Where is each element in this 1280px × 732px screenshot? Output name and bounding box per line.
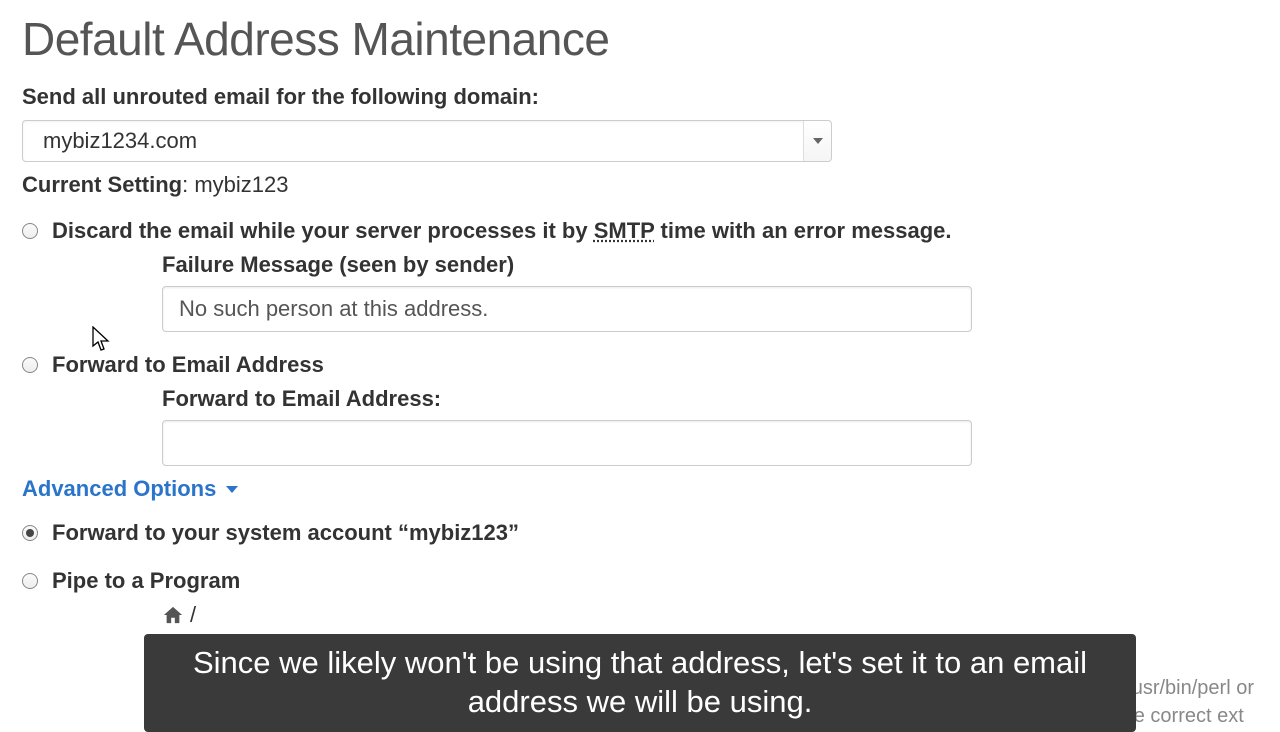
home-icon [162, 605, 184, 625]
domain-select-value: mybiz1234.com [43, 128, 197, 154]
current-setting: Current Setting: mybiz123 [22, 172, 1258, 198]
current-setting-label: Current Setting [22, 172, 182, 197]
radio-discard[interactable] [22, 223, 38, 239]
forward-field-label: Forward to Email Address: [162, 386, 1258, 412]
domain-select-label: Send all unrouted email for the followin… [22, 84, 1258, 110]
radio-system-account-label: Forward to your system account “mybiz123… [52, 520, 519, 546]
domain-select[interactable]: mybiz1234.com [22, 120, 832, 162]
failure-message-input[interactable]: No such person at this address. [162, 286, 972, 332]
radio-pipe[interactable] [22, 573, 38, 589]
current-setting-value: mybiz123 [194, 172, 288, 197]
radio-system-account[interactable] [22, 525, 38, 541]
radio-pipe-label: Pipe to a Program [52, 568, 240, 594]
page-title: Default Address Maintenance [22, 12, 1258, 66]
pipe-path-prefix: / [190, 602, 196, 628]
radio-forward[interactable] [22, 357, 38, 373]
failure-message-value: No such person at this address. [179, 296, 488, 322]
radio-forward-label: Forward to Email Address [52, 352, 324, 378]
chevron-down-icon [226, 486, 238, 493]
tutorial-caption: Since we likely won't be using that addr… [144, 634, 1136, 732]
forward-email-input[interactable] [162, 420, 972, 466]
advanced-options-toggle[interactable]: Advanced Options [22, 476, 238, 502]
radio-discard-label: Discard the email while your server proc… [52, 218, 952, 244]
dropdown-caret-icon [803, 121, 831, 161]
advanced-options-label: Advanced Options [22, 476, 216, 502]
smtp-abbr: SMTP [594, 218, 655, 243]
failure-message-label: Failure Message (seen by sender) [162, 252, 1258, 278]
